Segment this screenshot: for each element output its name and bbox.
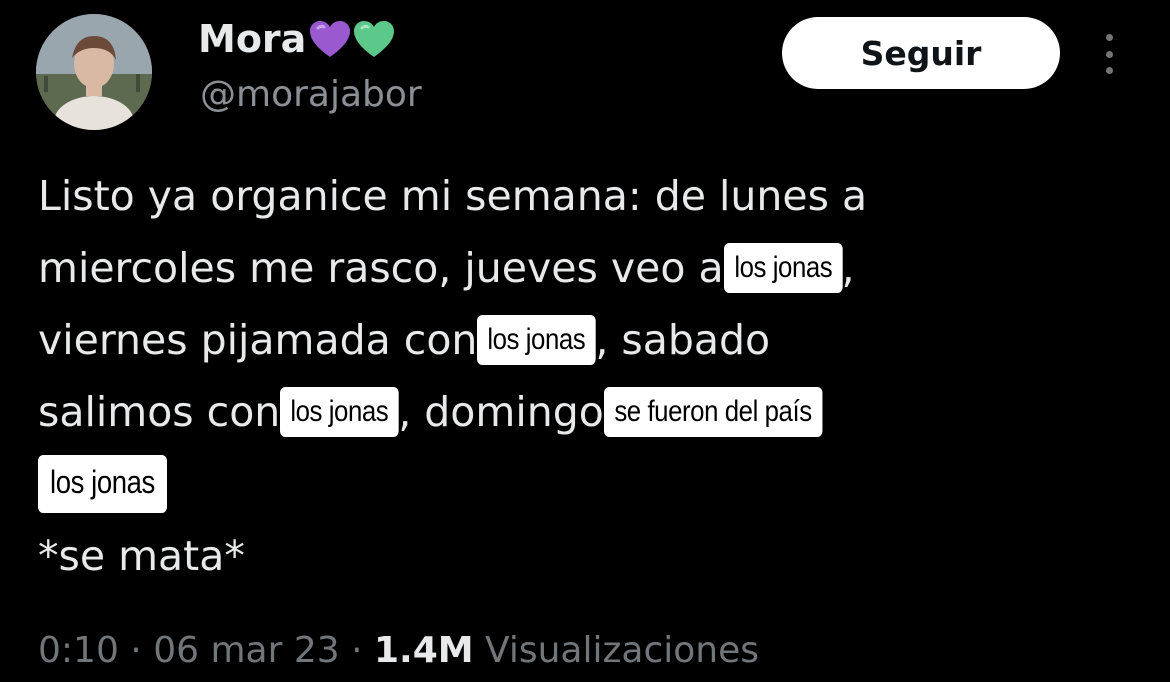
sticker-label: los jonas xyxy=(477,315,597,365)
sticker-label: los jonas xyxy=(38,455,167,513)
tweet-line: los jonas xyxy=(38,448,1138,520)
sticker-label: los jonas xyxy=(280,387,399,437)
meta-separator: · xyxy=(118,630,154,671)
tweet-text-segment: , sabado xyxy=(595,316,771,364)
tweet-text-segment: Listo ya organice mi semana: de lunes a xyxy=(38,172,868,220)
tweet-meta: 0:10 · 06 mar 23 · 1.4M Visualizaciones xyxy=(38,630,759,671)
tweet-line: Listo ya organice mi semana: de lunes a xyxy=(38,160,1138,232)
tweet-text-segment: , xyxy=(841,244,855,292)
tweet-text-segment: , domingo xyxy=(398,388,604,436)
tweet-line: salimos con los jonas , domingo se fuero… xyxy=(38,376,1138,448)
tweet-text-segment: viernes pijamada con xyxy=(38,316,478,364)
purple-heart-icon xyxy=(310,21,351,57)
display-name-text: Mora xyxy=(198,17,307,61)
tweet-line: viernes pijamada con los jonas , sabado xyxy=(38,304,1138,376)
more-options-icon[interactable] xyxy=(1098,34,1120,74)
tweet-line: *se mata* xyxy=(38,520,1138,592)
follow-button[interactable]: Seguir xyxy=(782,17,1060,89)
user-handle[interactable]: @morajabor xyxy=(200,74,422,115)
sticker-label: los jonas xyxy=(723,243,843,293)
more-dot xyxy=(1105,50,1113,58)
more-dot xyxy=(1105,34,1113,41)
meta-separator: · xyxy=(339,630,374,671)
green-heart-icon xyxy=(354,21,395,57)
tweet-time[interactable]: 0:10 xyxy=(38,630,119,671)
display-name[interactable]: Mora xyxy=(198,14,396,64)
views-count[interactable]: 1.4M xyxy=(374,630,474,671)
more-dot xyxy=(1105,67,1113,74)
avatar[interactable] xyxy=(36,14,152,130)
tweet-text-segment: miercoles me rasco, jueves veo a xyxy=(38,244,724,292)
views-label: Visualizaciones xyxy=(473,630,759,671)
sticker-label: se fueron del país xyxy=(603,387,822,437)
avatar-image xyxy=(36,14,152,130)
tweet-date[interactable]: 06 mar 23 xyxy=(153,630,339,671)
tweet-text-segment: salimos con xyxy=(38,388,281,436)
name-emoji-group xyxy=(308,19,396,59)
tweet-line: miercoles me rasco, jueves veo a los jon… xyxy=(38,232,1138,304)
tweet-text: Listo ya organice mi semana: de lunes a … xyxy=(38,160,1138,592)
tweet-text-segment: *se mata* xyxy=(38,532,245,580)
